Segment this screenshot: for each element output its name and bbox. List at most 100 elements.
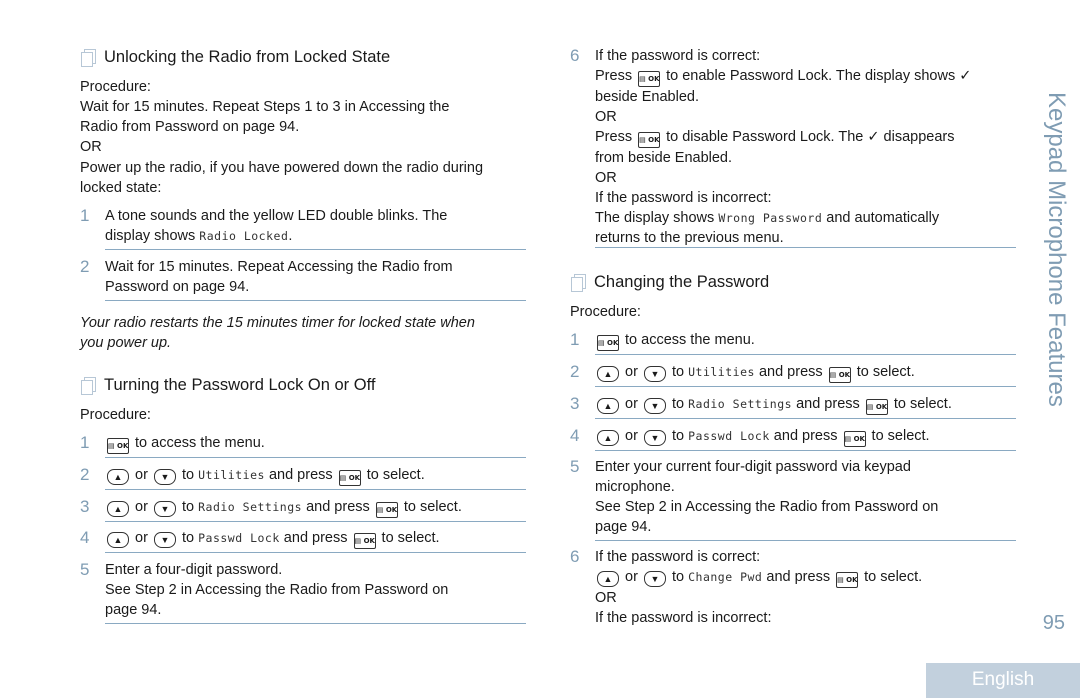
text: Press (595, 129, 637, 145)
text: or (621, 569, 642, 585)
up-arrow-key-icon: ▲ (107, 532, 129, 548)
text: and automatically (822, 210, 940, 226)
display-text: Radio Settings (688, 397, 793, 411)
or-label: OR (595, 109, 617, 125)
text: to access the menu. (621, 332, 755, 348)
text: to (667, 569, 689, 585)
or-label: OR (595, 590, 617, 606)
down-arrow-key-icon: ▼ (643, 430, 666, 446)
step-text: ▤ OK to access the menu. (595, 330, 755, 351)
divider (105, 457, 526, 458)
divider (595, 418, 1016, 419)
divider (595, 540, 1016, 541)
text: to enable Password Lock. The display sho… (662, 68, 960, 84)
procedure-label: Procedure: (80, 407, 151, 423)
text: . (288, 228, 293, 244)
step-text: ▲ or ▼ to Radio Settings and press ▤ OK … (105, 497, 462, 518)
text: display shows (105, 228, 200, 244)
menu-ok-key-icon: ▤ OK (375, 502, 398, 518)
divider (105, 249, 526, 250)
step-line: Enter a four-digit password. (105, 562, 283, 578)
display-text: Passwd Lock (688, 429, 770, 443)
step-line: page 94. (595, 519, 652, 535)
step-number: 1 (570, 330, 580, 349)
step-line: microphone. (595, 479, 675, 495)
step-text: Wait for 15 minutes. Repeat Accessing th… (105, 257, 453, 297)
down-arrow-key-icon: ▼ (153, 469, 176, 485)
text: and press (792, 396, 864, 412)
procedure-label: Procedure: (80, 79, 151, 95)
step-line: Press ▤ OK to enable Password Lock. The … (595, 66, 971, 87)
text: to select. (362, 467, 425, 483)
display-text: Radio Settings (198, 500, 303, 514)
section-pages-icon (80, 376, 96, 395)
divider (105, 623, 526, 624)
menu-ok-key-icon: ▤ OK (836, 572, 859, 588)
step-line: A tone sounds and the yellow LED double … (105, 208, 448, 224)
step-number: 6 (570, 547, 580, 566)
menu-ok-key-icon: ▤ OK (338, 470, 361, 486)
menu-ok-key-icon: ▤ OK (865, 399, 888, 415)
step-text: ▲ or ▼ to Radio Settings and press ▤ OK … (595, 394, 952, 415)
text: to select. (377, 530, 440, 546)
step-number: 5 (80, 560, 90, 579)
text: and press (762, 569, 835, 585)
note-line: Your radio restarts the 15 minutes timer… (80, 315, 475, 331)
step-line: Wait for 15 minutes. Repeat Accessing th… (105, 259, 453, 275)
step-number: 5 (570, 457, 580, 476)
menu-ok-key-icon: ▤ OK (843, 431, 866, 447)
step-line: page 94. (105, 602, 162, 618)
paragraph-line: Power up the radio, if you have powered … (80, 160, 484, 176)
menu-ok-key-icon: ▤ OK (828, 367, 851, 383)
step-line: See Step 2 in Accessing the Radio from P… (595, 499, 939, 515)
heading-text: Unlocking the Radio from Locked State (104, 48, 391, 66)
chapter-title: Keypad Microphone Features (1043, 92, 1070, 407)
menu-ok-key-icon: ▤ OK (597, 335, 619, 351)
language-tab[interactable]: English (926, 663, 1080, 698)
step-text: ▲ or ▼ to Utilities and press ▤ OK to se… (595, 362, 915, 383)
section-heading-unlocking: Unlocking the Radio from Locked State (80, 48, 390, 67)
page-number: 95 (1042, 612, 1065, 634)
up-arrow-key-icon: ▲ (107, 469, 129, 485)
down-arrow-key-icon: ▼ (153, 501, 176, 517)
step-line: ▲ or ▼ to Change Pwd and press ▤ OK to s… (595, 567, 922, 588)
display-text: Change Pwd (688, 570, 763, 584)
up-arrow-key-icon: ▲ (597, 571, 619, 587)
note-line: you power up. (80, 335, 172, 351)
menu-ok-key-icon: ▤ OK (107, 438, 129, 454)
step-number: 2 (570, 362, 580, 381)
step-line: Enter your current four-digit password v… (595, 459, 911, 475)
text: to (177, 499, 199, 515)
text: to select. (852, 364, 915, 380)
step-line: If the password is correct: (595, 48, 761, 64)
text: and press (754, 364, 827, 380)
step-text: ▲ or ▼ to Passwd Lock and press ▤ OK to … (595, 426, 930, 447)
down-arrow-key-icon: ▼ (643, 571, 666, 587)
text: to access the menu. (131, 435, 265, 451)
section-heading-turning: Turning the Password Lock On or Off (80, 376, 375, 395)
menu-ok-key-icon: ▤ OK (638, 132, 661, 148)
heading-text: Turning the Password Lock On or Off (104, 376, 376, 394)
step-text: A tone sounds and the yellow LED double … (105, 206, 447, 246)
text: or (621, 364, 642, 380)
step-line: Password on page 94. (105, 279, 250, 295)
or-label: OR (595, 170, 617, 186)
step-number: 1 (80, 206, 90, 225)
text: or (621, 396, 642, 412)
divider (105, 521, 526, 522)
text: to (667, 428, 689, 444)
text: to select. (889, 396, 952, 412)
text: and press (769, 428, 842, 444)
checkmark-icon: ✓ (959, 68, 972, 84)
paragraph-line: locked state: (80, 180, 162, 196)
step-line: If the password is incorrect: (595, 190, 772, 206)
step-line: The display shows Wrong Password and aut… (595, 208, 971, 228)
text: to select. (399, 499, 462, 515)
paragraph-line: Wait for 15 minutes. Repeat Steps 1 to 3… (80, 99, 450, 115)
text: or (131, 530, 152, 546)
section-heading-changing: Changing the Password (570, 273, 769, 292)
step-text: Enter a four-digit password. See Step 2 … (105, 560, 448, 620)
divider (595, 450, 1016, 451)
step-number: 4 (80, 528, 90, 547)
step-number: 2 (80, 465, 90, 484)
